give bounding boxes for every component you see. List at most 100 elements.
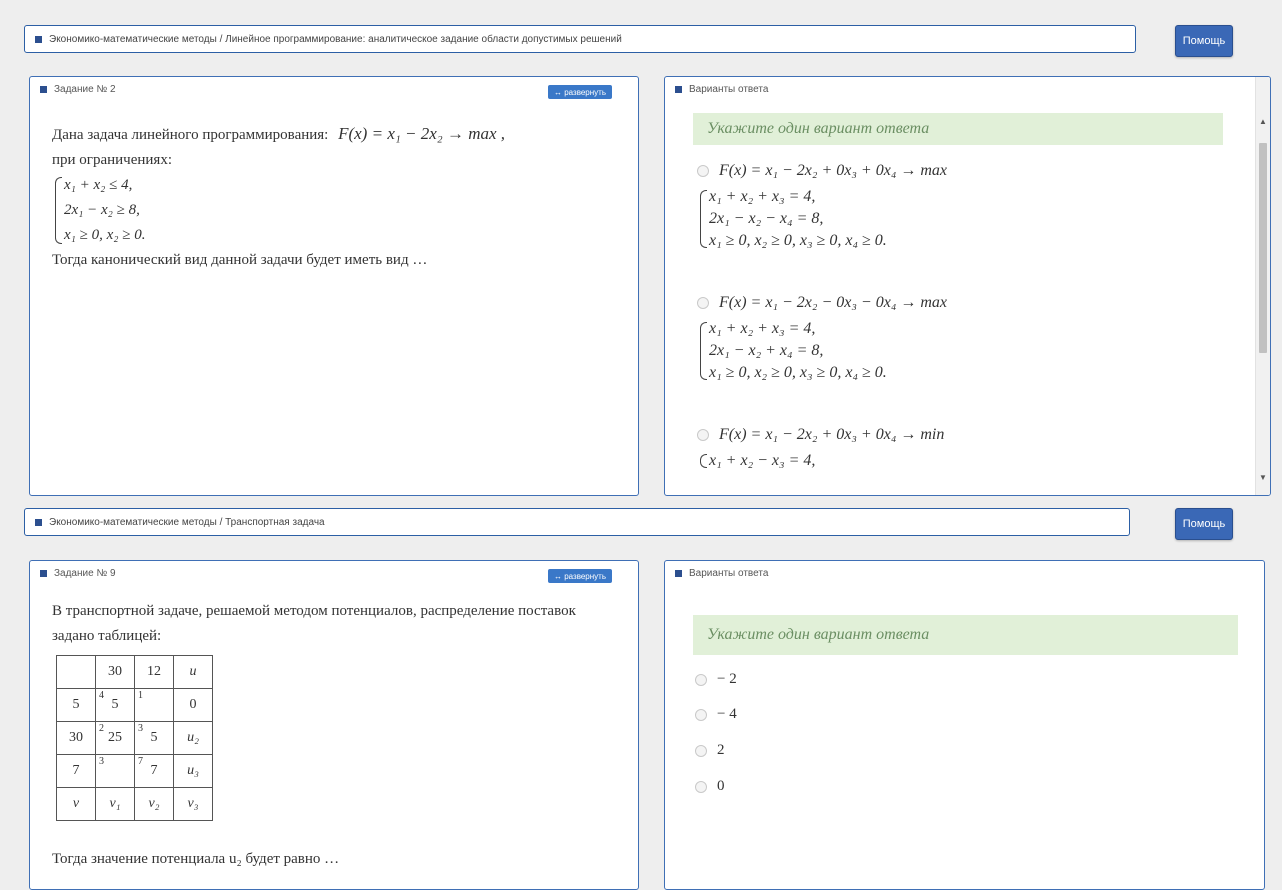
constraint-line: 2x₁ − x₂ ≥ 8, (64, 202, 140, 218)
task-constraint-intro: при ограничениях: (52, 152, 172, 168)
table-cell: 30 (56, 721, 96, 755)
table-cell: 12 (134, 655, 174, 689)
task-panel: Задание № 9 ↔ развернуть В транспортной … (29, 560, 639, 890)
radio-button[interactable] (695, 673, 707, 686)
constraint-line: x₁ ≥ 0, x₂ ≥ 0, x₃ ≥ 0, x₄ ≥ 0. (709, 364, 887, 381)
table-cell: 45 (95, 688, 135, 722)
bullet-icon (675, 569, 682, 577)
table-cell: 1 (134, 688, 174, 722)
bullet-icon (40, 569, 47, 577)
answer-option-4[interactable]: 0 (695, 778, 725, 795)
table-cell: 35 (134, 721, 174, 755)
answer-option-2[interactable]: − 4 (695, 706, 737, 723)
table-cell: 30 (95, 655, 135, 689)
task-intro: Дана задача линейного программирования: (52, 127, 329, 143)
radio-button[interactable] (697, 165, 709, 178)
answers-panel-header: Варианты ответа (665, 561, 1264, 585)
task-objective: F(x) = x₁ − 2x₂ → max , (338, 124, 506, 143)
expand-button[interactable]: ↔ развернуть (548, 85, 613, 99)
option-constraints: x₁ + x₂ + x₃ = 4, 2x₁ − x₂ − x₄ = 8, x₁ … (697, 186, 947, 252)
expand-button[interactable]: ↔ развернуть (548, 569, 613, 583)
answers-panel-header: Варианты ответа (665, 77, 1270, 101)
option-constraints: x₁ + x₂ − x₃ = 4, (697, 450, 944, 472)
answer-option-1[interactable]: F(x) = x₁ − 2x₂ + 0x₃ + 0x₄ → max x₁ + x… (697, 160, 947, 252)
table-cell: 5 (56, 688, 96, 722)
bottom-section: Экономико-математические методы / Трансп… (0, 490, 1282, 890)
scrollbar-thumb[interactable] (1259, 143, 1267, 353)
radio-button[interactable] (697, 297, 709, 310)
radio-button[interactable] (697, 429, 709, 442)
constraint-line: x₁ ≥ 0, x₂ ≥ 0. (64, 227, 146, 243)
answers-scrollbar[interactable]: ▲ ▼ (1255, 77, 1270, 495)
table-cell: v₂ (134, 787, 174, 821)
answer-option-2[interactable]: F(x) = x₁ − 2x₂ − 0x₃ − 0x₄ → max x₁ + x… (697, 292, 947, 384)
answers-title: Варианты ответа (689, 567, 769, 579)
table-cell: v (56, 787, 96, 821)
option-label: − 4 (717, 706, 737, 722)
bullet-icon (35, 35, 42, 43)
table-cell: u (173, 655, 213, 689)
answer-option-3[interactable]: F(x) = x₁ − 2x₂ + 0x₃ + 0x₄ → min x₁ + x… (697, 424, 944, 472)
task-question: Тогда значение потенциала u₂ будет равно… (52, 851, 340, 867)
answers-title: Варианты ответа (689, 83, 769, 95)
bullet-icon (40, 85, 47, 93)
table-row: 5 45 1 0 (56, 688, 213, 722)
table-cell: 7 (56, 754, 96, 788)
transport-table-wrap: 30 12 u 5 45 1 0 30 2 25 35 u₂ 7 3 7 7 u… (56, 655, 213, 821)
top-section: Экономико-математические методы / Линейн… (0, 0, 1282, 496)
option-objective: F(x) = x₁ − 2x₂ − 0x₃ − 0x₄ → max (719, 294, 948, 311)
table-row: 30 2 25 35 u₂ (56, 721, 213, 755)
radio-button[interactable] (695, 744, 707, 757)
table-cell: 3 (95, 754, 135, 788)
bullet-icon (675, 85, 682, 93)
answers-panel: Варианты ответа Укажите один вариант отв… (664, 76, 1271, 496)
scroll-up-icon[interactable]: ▲ (1259, 117, 1267, 126)
task-panel: Задание № 2 ↔ развернуть Дана задача лин… (29, 76, 639, 496)
breadcrumb: Экономико-математические методы / Трансп… (24, 508, 1130, 536)
table-row: 30 12 u (56, 655, 213, 689)
answer-hint: Укажите один вариант ответа (693, 113, 1223, 145)
table-cell: 2 25 (95, 721, 135, 755)
table-cell: v₁ (95, 787, 135, 821)
task-panel-header: Задание № 9 (30, 561, 638, 585)
table-row: 7 3 77 u₃ (56, 754, 213, 788)
bullet-icon (35, 518, 42, 526)
table-cell (56, 655, 96, 689)
constraint-line: 2x₁ − x₂ − x₄ = 8, (709, 210, 824, 227)
task-title: Задание № 2 (54, 83, 116, 95)
help-button[interactable]: Помощь (1175, 25, 1233, 57)
table-row: v v₁ v₂ v₃ (56, 787, 213, 821)
constraint-line: x₁ ≥ 0, x₂ ≥ 0, x₃ ≥ 0, x₄ ≥ 0. (709, 232, 887, 249)
answer-option-3[interactable]: 2 (695, 742, 725, 759)
option-objective: F(x) = x₁ − 2x₂ + 0x₃ + 0x₄ → min (719, 426, 945, 443)
breadcrumb: Экономико-математические методы / Линейн… (24, 25, 1136, 53)
radio-button[interactable] (695, 780, 707, 793)
breadcrumb-text: Экономико-математические методы / Линейн… (49, 33, 622, 45)
task-title: Задание № 9 (54, 567, 116, 579)
answer-hint: Укажите один вариант ответа (693, 615, 1238, 655)
option-label: − 2 (717, 671, 737, 687)
table-cell: u₃ (173, 754, 213, 788)
answer-option-1[interactable]: − 2 (695, 671, 737, 688)
option-label: 0 (717, 778, 725, 794)
constraint-line: 2x₁ − x₂ + x₄ = 8, (709, 342, 824, 359)
task-question: Тогда канонический вид данной задачи буд… (52, 252, 428, 268)
option-label: 2 (717, 742, 725, 758)
table-cell: v₃ (173, 787, 213, 821)
breadcrumb-text: Экономико-математические методы / Трансп… (49, 516, 325, 528)
help-button[interactable]: Помощь (1175, 508, 1233, 540)
task-intro-line: Дана задача линейного программирования: … (52, 121, 622, 148)
option-constraints: x₁ + x₂ + x₃ = 4, 2x₁ − x₂ + x₄ = 8, x₁ … (697, 318, 947, 384)
table-cell: 77 (134, 754, 174, 788)
table-cell: 0 (173, 688, 213, 722)
task-panel-header: Задание № 2 (30, 77, 638, 101)
constraint-line: x₁ + x₂ ≤ 4, (64, 177, 133, 193)
table-cell: u₂ (173, 721, 213, 755)
constraint-line: x₁ + x₂ + x₃ = 4, (709, 320, 816, 337)
constraint-line: x₁ + x₂ − x₃ = 4, (709, 452, 816, 469)
option-objective: F(x) = x₁ − 2x₂ + 0x₃ + 0x₄ → max (719, 162, 948, 179)
task-text: В транспортной задаче, решаемой методом … (52, 603, 576, 644)
task-body: Дана задача линейного программирования: … (52, 121, 622, 273)
scroll-down-icon[interactable]: ▼ (1259, 473, 1267, 482)
radio-button[interactable] (695, 708, 707, 721)
